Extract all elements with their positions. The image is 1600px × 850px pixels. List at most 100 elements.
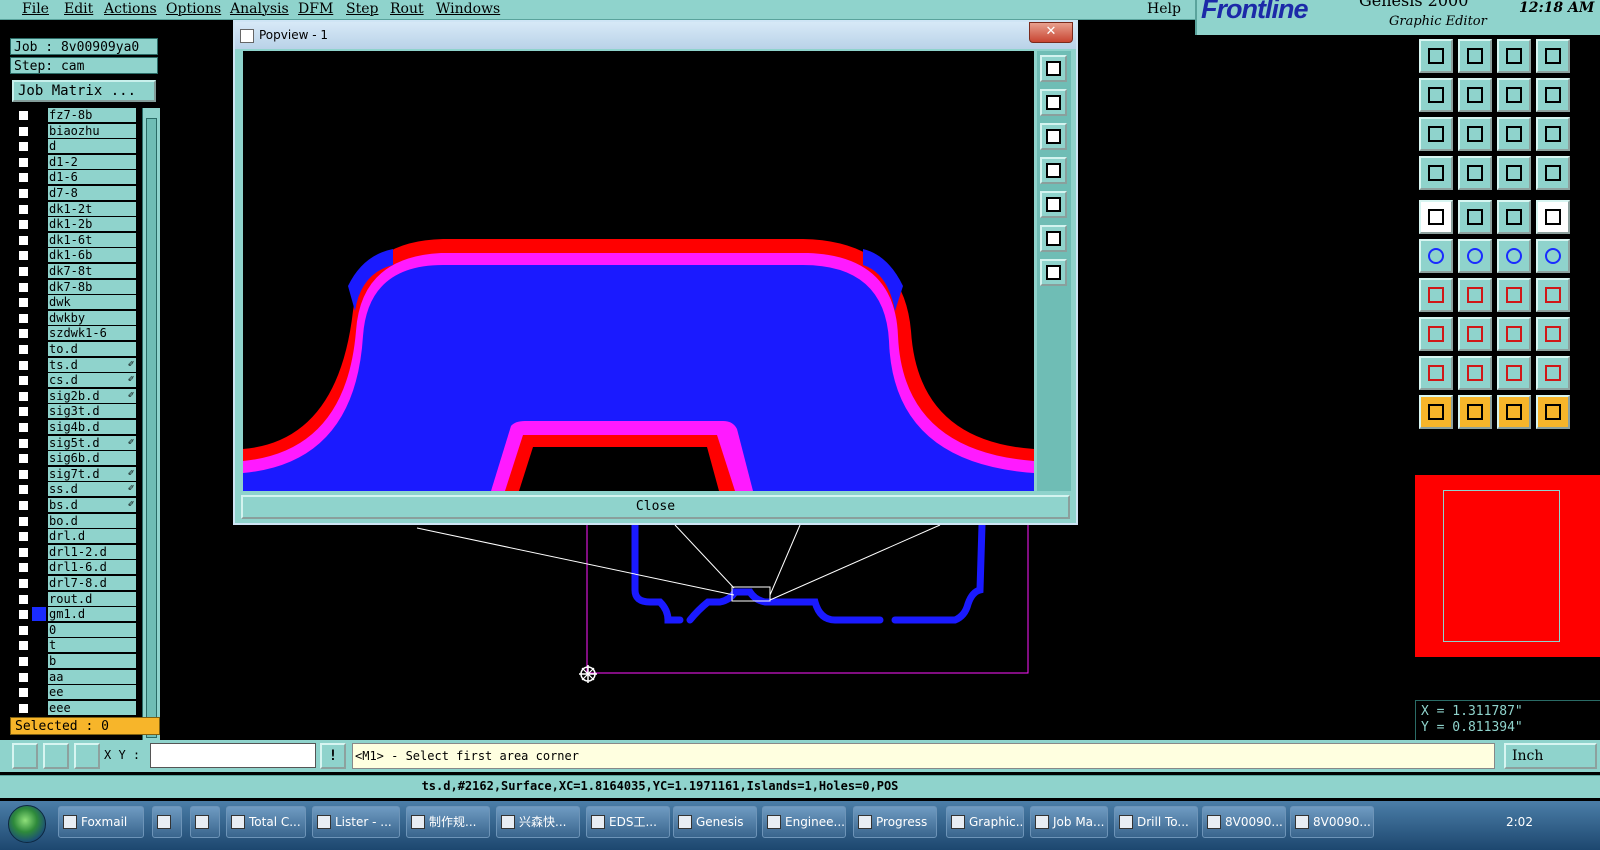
layer-checkbox[interactable] xyxy=(18,219,29,231)
layer-checkbox[interactable] xyxy=(18,640,29,652)
layer-row[interactable]: drl1-2.d xyxy=(8,544,140,560)
taskbar-item[interactable]: Job Ma... xyxy=(1030,806,1108,838)
layer-name[interactable]: ss.d ✐ xyxy=(48,482,136,497)
job-matrix-button[interactable]: Job Matrix ... xyxy=(12,80,156,102)
layer-color-swatch[interactable] xyxy=(32,373,46,388)
layer-color-swatch[interactable] xyxy=(32,248,46,263)
layer-row[interactable]: b xyxy=(8,654,140,669)
layer-checkbox[interactable] xyxy=(18,297,29,309)
layer-name[interactable]: dk7-8b xyxy=(48,279,136,294)
layer-color-swatch[interactable] xyxy=(32,139,46,154)
layer-checkbox[interactable] xyxy=(18,687,29,699)
layer-checkbox[interactable] xyxy=(18,562,29,574)
tool-button[interactable] xyxy=(1458,117,1492,151)
taskbar-item[interactable]: Graphic... xyxy=(946,806,1024,838)
layer-row[interactable]: fz7-8b xyxy=(8,108,140,123)
layer-color-swatch[interactable] xyxy=(32,154,46,169)
layer-color-swatch[interactable] xyxy=(32,217,46,232)
layer-name[interactable]: d1-2 xyxy=(48,154,136,169)
layer-row[interactable]: sig5t.d ✐ xyxy=(8,435,140,451)
tool-button[interactable] xyxy=(1536,239,1570,273)
layer-color-swatch[interactable] xyxy=(32,279,46,294)
layer-name[interactable]: dk7-8t xyxy=(48,264,136,278)
layer-color-swatch[interactable] xyxy=(32,654,46,668)
layer-color-swatch[interactable] xyxy=(32,310,46,325)
layer-checkbox[interactable] xyxy=(18,250,29,262)
layer-color-swatch[interactable] xyxy=(32,420,46,434)
zoom-fit-button[interactable] xyxy=(1040,225,1067,252)
layer-name[interactable]: biaozhu xyxy=(48,123,136,138)
layer-row[interactable]: dwk xyxy=(8,295,140,310)
layer-row[interactable]: bo.d xyxy=(8,513,140,529)
layer-color-swatch[interactable] xyxy=(32,669,46,684)
layer-checkbox[interactable] xyxy=(18,437,29,449)
layer-checkbox[interactable] xyxy=(18,702,29,714)
tool-button[interactable] xyxy=(1497,117,1531,151)
layer-color-swatch[interactable] xyxy=(32,607,46,622)
layer-color-swatch[interactable] xyxy=(32,342,46,356)
tool-button[interactable] xyxy=(1536,317,1570,351)
layer-name[interactable]: sig3t.d xyxy=(48,404,136,419)
layer-row[interactable]: ee xyxy=(8,685,140,700)
layer-checkbox[interactable] xyxy=(18,500,29,511)
pan-right-button[interactable] xyxy=(1040,191,1067,218)
menu-dfm[interactable]: DFM xyxy=(298,1,333,17)
menu-actions[interactable]: Actions xyxy=(104,1,157,17)
layer-name[interactable]: drl.d xyxy=(48,529,136,544)
tool-button[interactable] xyxy=(1536,278,1570,312)
layer-row[interactable]: ts.d ✐ xyxy=(8,357,140,373)
layer-color-swatch[interactable] xyxy=(32,170,46,185)
layer-color-swatch[interactable] xyxy=(32,295,46,310)
layer-name[interactable]: d1-6 xyxy=(48,170,136,185)
layer-color-swatch[interactable] xyxy=(32,451,46,466)
units-select[interactable]: Inch xyxy=(1504,743,1597,769)
layer-name[interactable]: sig5t.d ✐ xyxy=(48,435,136,450)
layer-row[interactable]: d7-8 xyxy=(8,186,140,201)
layer-checkbox[interactable] xyxy=(18,406,29,418)
tool-button[interactable] xyxy=(1536,78,1570,112)
tool-button[interactable] xyxy=(1497,395,1531,429)
layer-checkbox[interactable] xyxy=(18,312,29,324)
layer-checkbox[interactable] xyxy=(18,656,29,667)
taskbar-item[interactable]: Progress xyxy=(853,806,937,838)
layer-row[interactable]: szdwk1-6 xyxy=(8,326,140,341)
tool-button[interactable] xyxy=(1458,200,1492,234)
layer-checkbox[interactable] xyxy=(18,375,29,387)
pan-up-button[interactable] xyxy=(1040,89,1067,116)
layer-color-swatch[interactable] xyxy=(32,529,46,544)
layer-row[interactable]: sig2b.d ✐ xyxy=(8,388,140,404)
layer-checkbox[interactable] xyxy=(18,593,29,605)
layer-checkbox[interactable] xyxy=(18,609,29,621)
menu-rout[interactable]: Rout xyxy=(390,1,424,17)
layer-color-swatch[interactable] xyxy=(32,108,46,122)
layer-color-swatch[interactable] xyxy=(32,186,46,200)
layer-name[interactable]: ts.d ✐ xyxy=(48,357,136,372)
tool-button[interactable] xyxy=(1536,356,1570,390)
taskbar-item[interactable]: Enginee... xyxy=(762,806,846,838)
start-button[interactable] xyxy=(8,805,46,843)
layer-checkbox[interactable] xyxy=(18,141,29,153)
layer-name[interactable]: gm1.d xyxy=(48,607,136,622)
layer-name[interactable]: d xyxy=(48,139,136,154)
layer-row[interactable]: bs.d ✐ xyxy=(8,498,140,513)
tool-button[interactable] xyxy=(1536,156,1570,190)
layer-name[interactable]: aa xyxy=(48,669,136,684)
layer-checkbox[interactable] xyxy=(18,344,29,355)
layer-checkbox[interactable] xyxy=(18,453,29,465)
layer-name[interactable]: 0 xyxy=(48,622,136,637)
layer-checkbox[interactable] xyxy=(18,624,29,636)
layer-name[interactable]: dk1-2b xyxy=(48,217,136,232)
layer-row[interactable]: dk1-2b xyxy=(8,217,140,232)
tool-button[interactable] xyxy=(1458,395,1492,429)
layer-name[interactable]: dwkby xyxy=(48,310,136,325)
layer-row[interactable]: d1-6 xyxy=(8,170,140,185)
menu-windows[interactable]: Windows xyxy=(436,1,500,17)
tool-button[interactable] xyxy=(1536,117,1570,151)
layer-row[interactable]: rout.d xyxy=(8,591,140,607)
tool-button[interactable] xyxy=(1419,356,1453,390)
layer-checkbox[interactable] xyxy=(18,484,29,496)
tool-button[interactable] xyxy=(1497,239,1531,273)
layer-color-swatch[interactable] xyxy=(32,591,46,606)
layer-checkbox[interactable] xyxy=(18,515,29,527)
taskbar-item[interactable] xyxy=(190,806,220,838)
